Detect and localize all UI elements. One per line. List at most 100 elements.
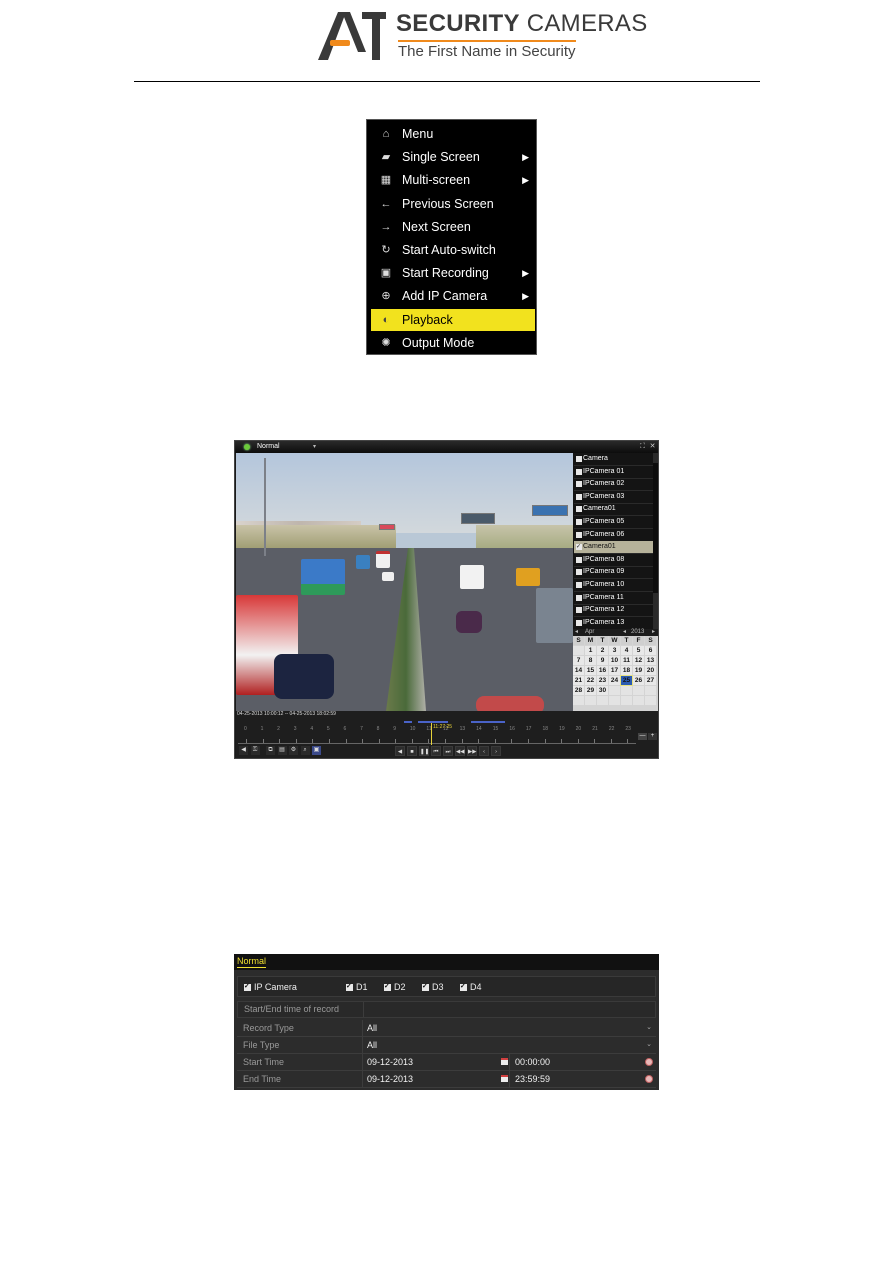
- record-segment[interactable]: [471, 721, 505, 723]
- camera-list-item[interactable]: Camera: [574, 453, 654, 466]
- checkbox-icon[interactable]: [576, 594, 582, 601]
- calendar-day[interactable]: 13: [645, 656, 656, 665]
- menu-item-start-recording[interactable]: ▣ Start Recording ▶: [371, 262, 535, 284]
- calendar-icon[interactable]: [501, 1058, 508, 1065]
- calendar-day[interactable]: 18: [621, 666, 632, 675]
- calendar-day[interactable]: 11: [621, 656, 632, 665]
- camera-list-item[interactable]: IPCamera 01: [574, 466, 654, 479]
- fast-icon[interactable]: ▶▶: [467, 746, 477, 756]
- calendar-day[interactable]: 21: [573, 676, 584, 685]
- file-type-select[interactable]: All: [367, 1037, 377, 1053]
- prev-year-icon[interactable]: ◂: [623, 629, 626, 636]
- calendar-day[interactable]: 27: [645, 676, 656, 685]
- next-year-icon[interactable]: ▸: [652, 629, 655, 636]
- checkbox-icon[interactable]: [576, 456, 582, 462]
- camera-list-item[interactable]: IPCamera 02: [574, 478, 654, 492]
- calendar-day[interactable]: 15: [585, 666, 596, 675]
- calendar-day[interactable]: 20: [645, 666, 656, 675]
- clock-icon[interactable]: [645, 1058, 653, 1066]
- camera-list-item[interactable]: IPCamera 11: [574, 592, 654, 605]
- camera-list-item[interactable]: Camera01: [574, 541, 654, 555]
- calendar-day[interactable]: 4: [621, 646, 632, 655]
- calendar-day[interactable]: 8: [585, 656, 596, 665]
- audio-icon[interactable]: ◀: [239, 746, 248, 755]
- menu-item-previous-screen[interactable]: ← Previous Screen: [371, 193, 535, 215]
- camera-list-item[interactable]: IPCamera 03: [574, 491, 654, 504]
- scrollbar-thumb[interactable]: [653, 463, 658, 593]
- timeline-zoom-in-button[interactable]: +: [648, 733, 657, 740]
- checkbox-icon[interactable]: [576, 582, 582, 588]
- slow-icon[interactable]: ◀◀: [455, 746, 465, 756]
- pause-icon[interactable]: ❚❚: [419, 746, 429, 756]
- record-segment[interactable]: [404, 721, 412, 723]
- lock-icon[interactable]: ⚿: [250, 746, 260, 755]
- camera-list-item[interactable]: IPCamera 08: [574, 554, 654, 567]
- checkbox-icon[interactable]: [576, 531, 582, 538]
- menu-item-start-auto-switch[interactable]: ↻ Start Auto-switch: [371, 239, 535, 261]
- checkbox-icon[interactable]: [576, 569, 582, 576]
- next-day-icon[interactable]: ›: [491, 746, 501, 756]
- channel-d2-checkbox[interactable]: D2: [384, 982, 406, 992]
- calendar-day[interactable]: 30: [597, 686, 608, 695]
- file-type-row[interactable]: File Type All ⌄: [237, 1037, 656, 1054]
- clip-save-icon[interactable]: ▤: [277, 746, 287, 755]
- checkbox-icon[interactable]: [576, 607, 582, 614]
- frame-forward-icon[interactable]: ⏭: [443, 746, 453, 756]
- calendar-day[interactable]: 10: [609, 656, 620, 665]
- checkbox-icon[interactable]: [576, 541, 582, 553]
- calendar-day[interactable]: 29: [585, 686, 596, 695]
- frame-back-icon[interactable]: ⏮: [431, 746, 441, 756]
- menu-item-next-screen[interactable]: → Next Screen: [371, 216, 535, 238]
- calendar-icon[interactable]: [501, 1075, 508, 1082]
- menu-item-menu[interactable]: ⌂ Menu: [371, 123, 535, 145]
- channel-d3-checkbox[interactable]: D3: [422, 982, 444, 992]
- record-segment[interactable]: [418, 721, 448, 723]
- tab-normal[interactable]: Normal: [237, 956, 267, 968]
- calendar-year[interactable]: 2013: [631, 629, 644, 636]
- stop-icon[interactable]: ■: [407, 746, 417, 756]
- calendar-day[interactable]: 26: [633, 676, 644, 685]
- calendar-day[interactable]: 5: [633, 646, 644, 655]
- video-view[interactable]: [236, 453, 573, 711]
- calendar-day[interactable]: 9: [597, 656, 608, 665]
- calendar-day[interactable]: 6: [645, 646, 656, 655]
- chevron-down-icon[interactable]: ▾: [313, 441, 316, 453]
- start-time-field[interactable]: 00:00:00: [515, 1054, 550, 1070]
- start-date-field[interactable]: 09-12-2013: [367, 1054, 413, 1070]
- prev-day-icon[interactable]: ‹: [479, 746, 489, 756]
- record-type-select[interactable]: All: [367, 1020, 377, 1036]
- chevron-down-icon[interactable]: ⌄: [646, 1020, 652, 1036]
- camera-list-item[interactable]: Camera01: [574, 503, 654, 517]
- calendar-day[interactable]: 14: [573, 666, 584, 675]
- camera-list-item[interactable]: IPCamera 09: [574, 566, 654, 580]
- menu-item-multi-screen[interactable]: ▦ Multi-screen ▶: [371, 169, 535, 191]
- channel-d4-checkbox[interactable]: D4: [460, 982, 482, 992]
- prev-month-icon[interactable]: ◂: [575, 629, 578, 636]
- calendar-day[interactable]: 28: [573, 686, 584, 695]
- end-time-field[interactable]: 23:59:59: [515, 1071, 550, 1087]
- snapshot-icon[interactable]: ▣: [312, 746, 321, 755]
- calendar-day[interactable]: 1: [585, 646, 596, 655]
- calendar-day[interactable]: 16: [597, 666, 608, 675]
- channel-d1-checkbox[interactable]: D1: [346, 982, 368, 992]
- calendar-month[interactable]: Apr: [585, 629, 594, 636]
- camera-list-item[interactable]: IPCamera 05: [574, 516, 654, 529]
- calendar-day[interactable]: 7: [573, 656, 584, 665]
- calendar-day[interactable]: 12: [633, 656, 644, 665]
- end-date-field[interactable]: 09-12-2013: [367, 1071, 413, 1087]
- checkbox-icon[interactable]: [576, 519, 582, 525]
- calendar-day[interactable]: 25: [620, 675, 633, 686]
- reverse-play-icon[interactable]: ◀: [395, 746, 405, 756]
- menu-item-add-ip-camera[interactable]: ⊕ Add IP Camera ▶: [371, 285, 535, 307]
- checkbox-icon[interactable]: [576, 468, 582, 475]
- zoom-icon[interactable]: ⌕: [300, 746, 310, 755]
- camera-list-scrollbar[interactable]: [653, 453, 658, 629]
- timeline-zoom-out-button[interactable]: —: [638, 733, 647, 740]
- clip-start-icon[interactable]: ⧉: [266, 746, 275, 755]
- timeline-cursor[interactable]: [431, 723, 432, 745]
- calendar-day[interactable]: 22: [585, 676, 596, 685]
- checkbox-icon[interactable]: [576, 481, 582, 488]
- checkbox-icon[interactable]: [576, 506, 582, 513]
- calendar-day[interactable]: 2: [597, 646, 608, 655]
- checkbox-icon[interactable]: [576, 619, 582, 626]
